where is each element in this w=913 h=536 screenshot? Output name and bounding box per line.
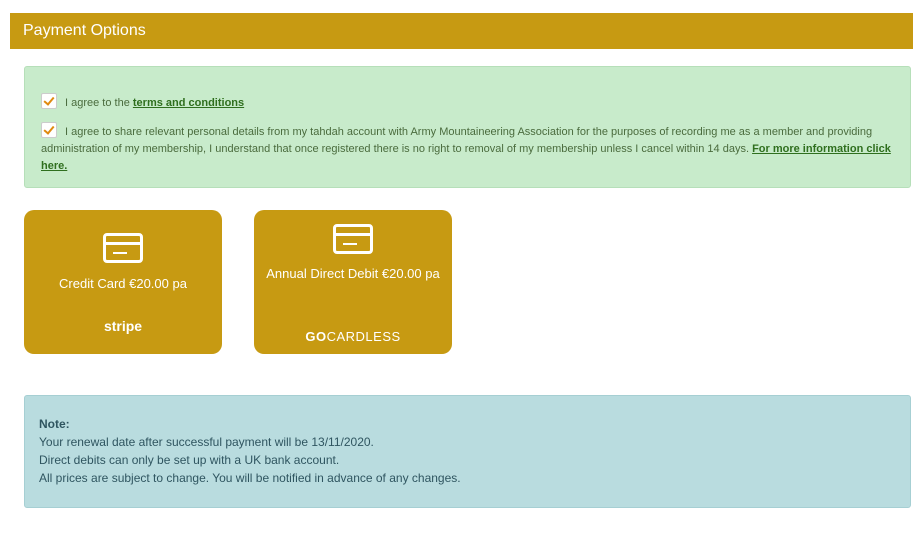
note-line-direct-debit: Direct debits can only be set up with a …	[39, 453, 340, 467]
stripe-logo: stripe	[103, 318, 143, 334]
direct-debit-card-icon	[333, 224, 373, 254]
credit-card-label: Credit Card €20.00 pa	[59, 276, 187, 291]
note-line-renewal: Your renewal date after successful payme…	[39, 435, 374, 449]
gocardless-logo-bold: GO	[305, 329, 327, 344]
terms-link[interactable]: terms and conditions	[133, 97, 244, 109]
note-title: Note:	[39, 417, 70, 431]
share-consent-text: I agree to share relevant personal detai…	[41, 126, 873, 155]
note-line-prices: All prices are subject to change. You wi…	[39, 471, 461, 485]
terms-checkbox[interactable]	[41, 93, 57, 109]
credit-card-icon	[103, 233, 143, 263]
gocardless-logo-rest: CARDLESS	[326, 329, 401, 344]
terms-agreement-row: I agree to the terms and conditions	[41, 93, 244, 112]
gocardless-logo: GOCARDLESS	[254, 329, 452, 344]
share-agreement-row: I agree to share relevant personal detai…	[41, 122, 901, 175]
payment-options-header: Payment Options	[10, 13, 913, 49]
direct-debit-label: Annual Direct Debit €20.00 pa	[266, 266, 440, 281]
terms-prefix: I agree to the	[65, 97, 130, 109]
credit-card-option[interactable]: Credit Card €20.00 pa stripe	[24, 210, 222, 354]
page-title: Payment Options	[23, 22, 146, 39]
direct-debit-option[interactable]: Annual Direct Debit €20.00 pa GOCARDLESS	[254, 210, 452, 354]
agreement-panel: I agree to the terms and conditions I ag…	[24, 66, 911, 188]
note-panel: Note: Your renewal date after successful…	[24, 395, 911, 508]
share-consent-checkbox[interactable]	[41, 122, 57, 138]
